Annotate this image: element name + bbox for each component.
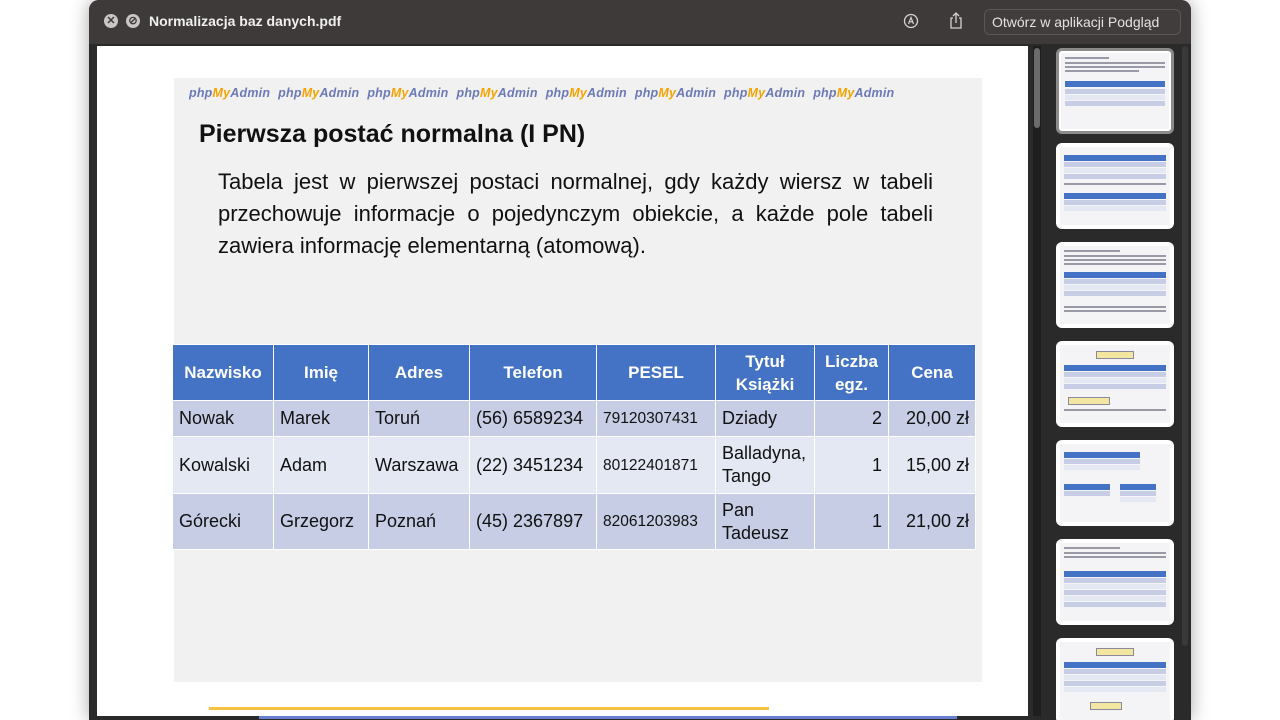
table-header-row: Nazwisko Imię Adres Telefon PESEL Tytuł … bbox=[172, 344, 976, 401]
phpmyadmin-logo-text: phpMyAdmin bbox=[278, 86, 360, 100]
cell-tytul: Dziady bbox=[715, 400, 815, 437]
cell-nazwisko: Kowalski bbox=[172, 436, 274, 494]
preview-window: ✕ ⊘ Normalizacja baz danych.pdf Otwórz w… bbox=[89, 0, 1191, 720]
cell-tytul: Pan Tadeusz bbox=[715, 493, 815, 550]
cell-liczba: 1 bbox=[814, 436, 889, 494]
header-telefon: Telefon bbox=[469, 344, 597, 401]
slide-body-text: Tabela jest w pierwszej postaci normalne… bbox=[218, 169, 933, 258]
page-thumbnail-6[interactable] bbox=[1056, 539, 1174, 625]
header-pesel: PESEL bbox=[596, 344, 716, 401]
window-title: Normalizacja baz danych.pdf bbox=[149, 13, 342, 29]
markup-pen-icon[interactable] bbox=[902, 12, 920, 30]
title-bar: ✕ ⊘ Normalizacja baz danych.pdf Otwórz w… bbox=[89, 0, 1191, 44]
cell-pesel: 82061203983 bbox=[596, 493, 716, 550]
page-thumbnail-1[interactable] bbox=[1056, 48, 1174, 134]
page-thumbnail-3[interactable] bbox=[1056, 242, 1174, 328]
cell-liczba: 1 bbox=[814, 493, 889, 550]
cell-nazwisko: Górecki bbox=[172, 493, 274, 550]
phpmyadmin-logo-text: phpMyAdmin bbox=[813, 86, 895, 100]
close-icon[interactable]: ✕ bbox=[104, 14, 118, 28]
cell-adres: Toruń bbox=[368, 400, 470, 437]
share-icon[interactable] bbox=[947, 12, 965, 30]
header-liczba-egz: Liczba egz. bbox=[814, 344, 889, 401]
phpmyadmin-logo-text: phpMyAdmin bbox=[456, 86, 538, 100]
page-thumbnail-5[interactable] bbox=[1056, 440, 1174, 526]
thumbnail-sidebar bbox=[1044, 46, 1191, 720]
phpmyadmin-logo-text: phpMyAdmin bbox=[634, 86, 717, 100]
cell-telefon: (22) 3451234 bbox=[469, 436, 597, 494]
page-thumbnail-2[interactable] bbox=[1056, 143, 1174, 229]
table-row: Kowalski Adam Warszawa (22) 3451234 8012… bbox=[172, 436, 976, 494]
page-thumbnail-7[interactable] bbox=[1056, 638, 1174, 720]
page-thumbnail-4[interactable] bbox=[1056, 341, 1174, 427]
cell-liczba: 2 bbox=[814, 400, 889, 437]
table-row: Górecki Grzegorz Poznań (45) 2367897 820… bbox=[172, 493, 976, 550]
slide: phpMyAdmin phpMyAdmin phpMyAdmin phpMyAdmin… bbox=[172, 78, 982, 719]
cell-imie: Adam bbox=[273, 436, 369, 494]
header-adres: Adres bbox=[368, 344, 470, 401]
phpmyadmin-logo-text: phpMyAdmin bbox=[189, 86, 271, 100]
cell-pesel: 80122401871 bbox=[596, 436, 716, 494]
cell-nazwisko: Nowak bbox=[172, 400, 274, 437]
thumbnail-scrollbar[interactable] bbox=[1182, 46, 1188, 646]
header-cena: Cena bbox=[888, 344, 976, 401]
cell-telefon: (45) 2367897 bbox=[469, 493, 597, 550]
decorative-yellow-line bbox=[209, 707, 769, 710]
page-scrollbar[interactable] bbox=[1033, 46, 1041, 716]
phpmyadmin-banner: phpMyAdmin phpMyAdmin phpMyAdmin phpMyAdmin… bbox=[189, 86, 979, 102]
stop-icon[interactable]: ⊘ bbox=[126, 14, 140, 28]
header-nazwisko: Nazwisko bbox=[172, 344, 274, 401]
decorative-blue-line bbox=[259, 716, 957, 719]
cell-cena: 20,00 zł bbox=[888, 400, 976, 437]
cell-tytul: Balladyna, Tango bbox=[715, 436, 815, 494]
cell-imie: Grzegorz bbox=[273, 493, 369, 550]
header-imie: Imię bbox=[273, 344, 369, 401]
cell-telefon: (56) 6589234 bbox=[469, 400, 597, 437]
table-row: Nowak Marek Toruń (56) 6589234 791203074… bbox=[172, 400, 976, 437]
cell-pesel: 79120307431 bbox=[596, 400, 716, 437]
cell-adres: Warszawa bbox=[368, 436, 470, 494]
cell-cena: 21,00 zł bbox=[888, 493, 976, 550]
slide-title: Pierwsza postać normalna (I PN) bbox=[199, 120, 586, 148]
students-books-table: Nazwisko Imię Adres Telefon PESEL Tytuł … bbox=[172, 344, 976, 550]
open-in-preview-button[interactable]: Otwórz w aplikacji Podgląd bbox=[984, 9, 1181, 35]
cell-imie: Marek bbox=[273, 400, 369, 437]
pdf-page[interactable]: phpMyAdmin phpMyAdmin phpMyAdmin phpMyAdmin… bbox=[97, 46, 1028, 719]
cell-adres: Poznań bbox=[368, 493, 470, 550]
phpmyadmin-logo-text: phpMyAdmin bbox=[545, 86, 627, 100]
header-tytul-ksiazki: Tytuł Książki bbox=[715, 344, 815, 401]
cell-cena: 15,00 zł bbox=[888, 436, 976, 494]
phpmyadmin-logo-text: phpMyAdmin bbox=[724, 86, 806, 100]
phpmyadmin-logo-text: phpMyAdmin bbox=[367, 86, 449, 100]
